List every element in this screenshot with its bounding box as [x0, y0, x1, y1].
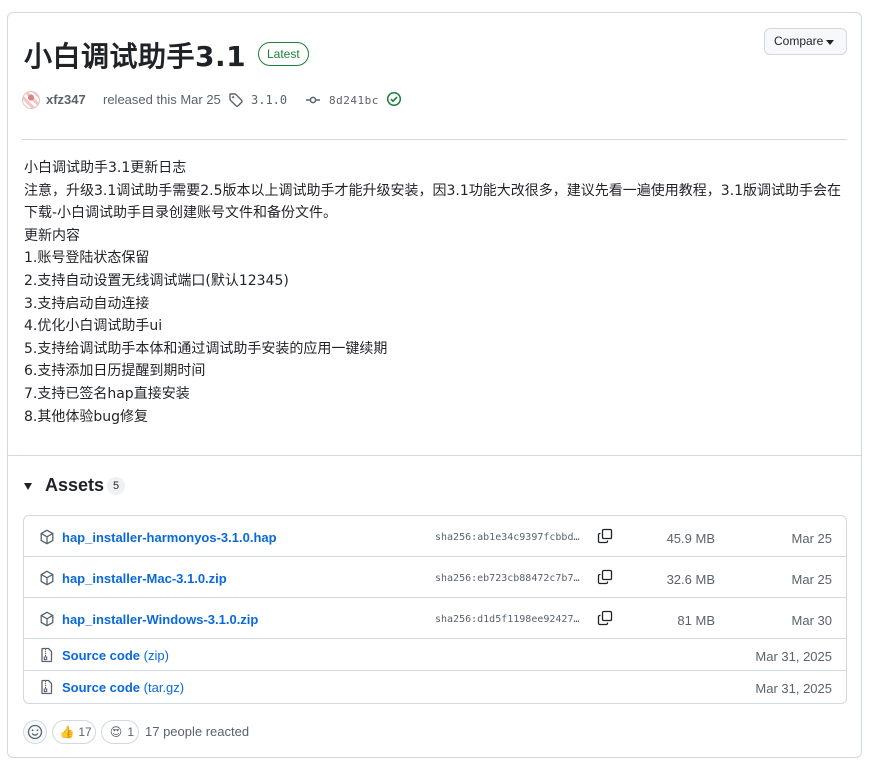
package-icon	[39, 570, 55, 589]
file-zip-icon	[39, 647, 55, 666]
notes-line: 8.其他体验bug修复	[24, 408, 149, 425]
asset-row: hap_installer-Mac-3.1.0.zip sha256:eb723…	[24, 557, 846, 598]
asset-size: 81 MB	[677, 613, 715, 628]
assets-heading: Assets	[45, 475, 105, 495]
asset-sha: sha256:ab1e34c9397fcbbd…	[435, 532, 580, 543]
divider	[22, 139, 847, 140]
reaction-count: 17	[78, 725, 92, 739]
notes-line: 4.优化小白调试助手ui	[24, 318, 163, 335]
reaction-thumbs-up[interactable]: 👍 17	[52, 720, 96, 744]
copy-icon[interactable]	[597, 610, 613, 629]
notes-line: 7.支持已签名hap直接安装	[24, 385, 190, 402]
notes-line: 注意，升级3.1调试助手需要2.5版本以上调试助手才能升级安装，因3.1功能大改…	[24, 182, 842, 222]
source-code-label: Source code	[62, 648, 141, 663]
asset-sha: sha256:d1d5f1198ee92427…	[435, 614, 580, 625]
asset-row: hap_installer-harmonyos-3.1.0.hap sha256…	[24, 516, 846, 557]
file-zip-icon	[39, 679, 55, 698]
author-link[interactable]: xfz347	[46, 92, 86, 107]
notes-line: 小白调试助手3.1更新日志	[24, 160, 187, 176]
release-title[interactable]: 小白调试助手3.1	[24, 35, 246, 75]
source-ext: (tar.gz)	[143, 680, 185, 695]
notes-line: 3.支持启动自动连接	[24, 295, 150, 312]
package-icon	[39, 529, 55, 548]
avatar[interactable]	[22, 91, 40, 109]
divider	[8, 455, 861, 456]
compare-label: Compare	[774, 34, 824, 48]
reaction-count: 1	[127, 725, 135, 739]
copy-icon[interactable]	[597, 569, 613, 588]
notes-line: 6.支持添加日历提醒到期时间	[24, 363, 206, 380]
asset-date: Mar 30	[791, 613, 832, 628]
check-circle-icon[interactable]	[386, 91, 402, 110]
asset-link[interactable]: hap_installer-Mac-3.1.0.zip	[62, 571, 227, 586]
asset-date: Mar 25	[791, 572, 832, 587]
asset-size: 45.9 MB	[666, 531, 715, 546]
asset-sha: sha256:eb723cb88472c7b7…	[435, 573, 580, 584]
heart-eyes-icon: 😍	[109, 725, 123, 739]
compare-button[interactable]: Compare	[764, 28, 847, 55]
latest-badge: Latest	[258, 42, 309, 66]
thumbs-up-icon: 👍	[59, 725, 75, 739]
tag-link[interactable]: 3.1.0	[251, 93, 287, 107]
smiley-icon	[27, 724, 43, 740]
source-code-targz-link[interactable]: Source code (tar.gz)	[62, 680, 184, 695]
git-commit-icon	[305, 92, 321, 111]
reaction-heart-eyes[interactable]: 😍 1	[101, 720, 139, 744]
release-card: 小白调试助手3.1 Latest Compare xfz347 released…	[7, 12, 862, 758]
triangle-down-icon	[24, 483, 32, 490]
assets-list: hap_installer-harmonyos-3.1.0.hap sha256…	[23, 515, 847, 704]
commit-link[interactable]: 8d241bc	[329, 94, 379, 107]
tag-icon	[228, 92, 244, 111]
source-row: Source code (zip) Mar 31, 2025	[24, 639, 846, 671]
asset-date: Mar 25	[791, 531, 832, 546]
asset-size: 32.6 MB	[666, 572, 715, 587]
released-text: released this Mar 25	[103, 92, 221, 107]
notes-line: 更新内容	[24, 227, 80, 244]
source-row: Source code (tar.gz) Mar 31, 2025	[24, 671, 846, 703]
chevron-down-icon	[826, 40, 834, 45]
notes-line: 1.账号登陆状态保留	[24, 250, 150, 267]
assets-count-badge: 5	[107, 477, 126, 495]
copy-icon[interactable]	[597, 528, 613, 547]
source-date: Mar 31, 2025	[755, 681, 832, 696]
source-date: Mar 31, 2025	[755, 649, 832, 664]
package-icon	[39, 611, 55, 630]
asset-link[interactable]: hap_installer-harmonyos-3.1.0.hap	[62, 530, 277, 545]
source-ext: (zip)	[143, 648, 169, 663]
add-reaction-button[interactable]	[23, 720, 47, 744]
asset-row: hap_installer-Windows-3.1.0.zip sha256:d…	[24, 598, 846, 639]
release-notes: 小白调试助手3.1更新日志 注意，升级3.1调试助手需要2.5版本以上调试助手才…	[24, 157, 844, 428]
asset-link[interactable]: hap_installer-Windows-3.1.0.zip	[62, 612, 258, 627]
source-code-zip-link[interactable]: Source code (zip)	[62, 648, 169, 663]
notes-line: 2.支持自动设置无线调试端口(默认12345)	[24, 272, 289, 289]
notes-line: 5.支持给调试助手本体和通过调试助手安装的应用一键续期	[24, 340, 388, 357]
source-code-label: Source code	[62, 680, 141, 695]
reactions-summary: 17 people reacted	[145, 724, 250, 739]
